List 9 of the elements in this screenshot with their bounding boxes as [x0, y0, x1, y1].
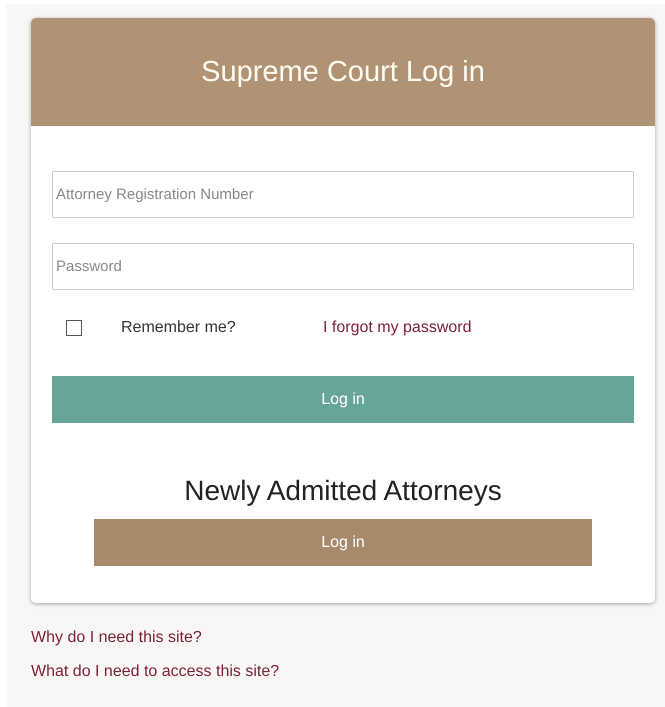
help-link[interactable]: What do I need to access this site?: [31, 663, 280, 681]
remember-label: Remember me?: [121, 319, 237, 337]
input-field[interactable]: Attorney Registration Number: [52, 171, 634, 218]
input-field[interactable]: Password: [52, 243, 634, 290]
section-heading: Newly Admitted Attorneys: [183, 475, 503, 507]
help-link[interactable]: Why do I need this site?: [31, 629, 202, 647]
remember-checkbox[interactable]: [66, 320, 82, 336]
forgot-password-link[interactable]: I forgot my password: [323, 319, 472, 337]
card-title: Supreme Court Log in: [201, 56, 485, 88]
